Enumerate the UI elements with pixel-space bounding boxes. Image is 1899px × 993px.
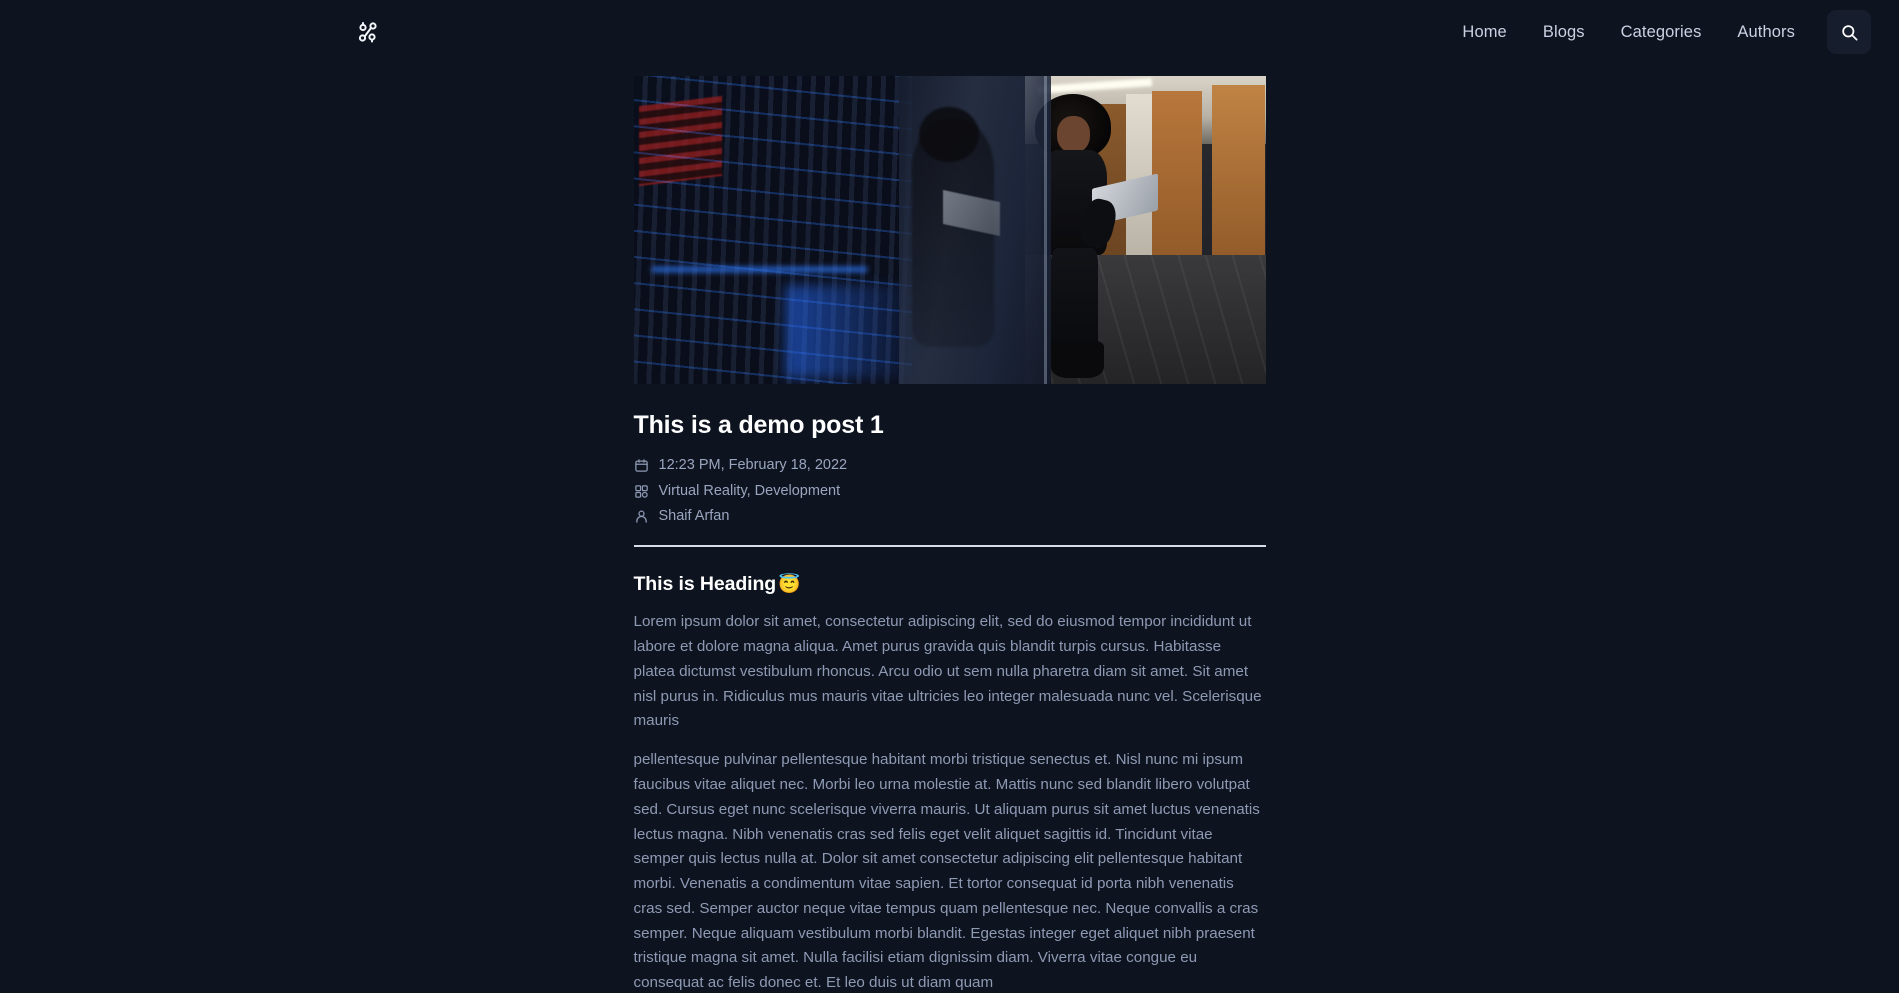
post-paragraph: pellentesque pulvinar pellentesque habit… — [633, 751, 1260, 992]
post-section-heading: This is Heading 😇 — [634, 573, 1266, 596]
nav-link-categories[interactable]: Categories — [1603, 14, 1720, 51]
section-divider — [633, 545, 1266, 548]
site-header: Home Blogs Categories Authors — [0, 0, 1899, 64]
hero-person-boots — [1050, 340, 1105, 378]
post-meta-categories-row: Virtual Reality, Development — [634, 483, 1266, 500]
post-section-heading-text: This is Heading — [633, 573, 777, 596]
grid-icon — [634, 484, 649, 499]
main-navigation: Home Blogs Categories Authors — [1444, 10, 1871, 54]
hero-person-face — [1056, 116, 1090, 153]
hero-person-reflection-hair — [919, 106, 980, 163]
post-meta-author-row: Shaif Arfan — [634, 508, 1266, 525]
user-icon — [634, 509, 649, 524]
page-body: This is a demo post 1 12:23 PM, February… — [0, 64, 1899, 993]
post-hero-image — [633, 76, 1266, 384]
search-icon — [1840, 23, 1859, 42]
nav-link-blogs[interactable]: Blogs — [1525, 14, 1603, 51]
halo-face-emoji: 😇 — [778, 574, 801, 595]
post-title: This is a demo post 1 — [633, 411, 884, 439]
post-categories[interactable]: Virtual Reality, Development — [659, 483, 841, 500]
search-button[interactable] — [1827, 10, 1871, 54]
nav-link-home[interactable]: Home — [1444, 14, 1524, 51]
nav-link-authors[interactable]: Authors — [1719, 14, 1813, 51]
post-content: Lorem ipsum dolor sit amet, consectetur … — [634, 610, 1266, 993]
post-author[interactable]: Shaif Arfan — [659, 508, 730, 525]
hero-person-legs — [1050, 248, 1098, 354]
post-article: This is a demo post 1 12:23 PM, February… — [633, 76, 1266, 993]
post-paragraph: Lorem ipsum dolor sit amet, consectetur … — [633, 613, 1262, 730]
post-date: 12:23 PM, February 18, 2022 — [658, 457, 848, 474]
site-logo[interactable] — [350, 14, 386, 50]
hero-rack-light-glow — [652, 266, 868, 272]
share-network-logo-icon — [356, 20, 380, 44]
calendar-icon — [634, 458, 649, 473]
post-meta: 12:23 PM, February 18, 2022 Virtual Real… — [634, 457, 1266, 525]
post-meta-date-row: 12:23 PM, February 18, 2022 — [634, 457, 1266, 474]
